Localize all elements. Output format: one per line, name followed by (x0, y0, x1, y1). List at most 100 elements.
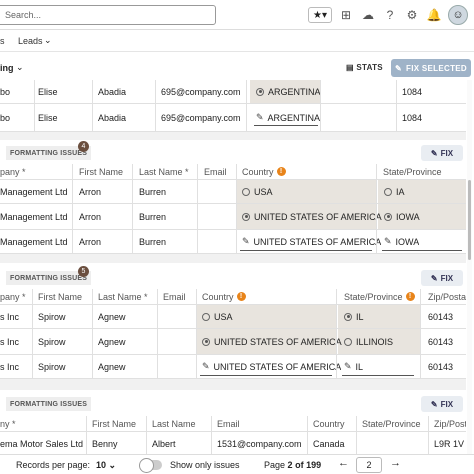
state-value: ILLINOIS (356, 336, 394, 347)
company-cell: ema Motor Sales Ltd (0, 438, 84, 449)
table-row: s Inc Spirow Agnew USA IL 60143 (0, 305, 466, 329)
records-per-page-select[interactable]: 10 ⌄ (96, 460, 116, 471)
column-header: Last Name * (98, 291, 148, 302)
page-prefix: Page (264, 460, 286, 470)
records-per-page-value: 10 (96, 460, 107, 470)
country-option[interactable]: UNITED STATES OF AMERICA (202, 329, 342, 354)
table-header: pany * First Name Last Name * Email Coun… (0, 289, 466, 305)
country-value: UNITED STATES OF AMERICA (253, 236, 382, 247)
next-page-icon[interactable]: → (390, 457, 401, 469)
tab-first[interactable]: s (0, 36, 5, 46)
avatar[interactable]: ☺ (448, 5, 468, 25)
records-per-page-label: Records per page: (16, 460, 91, 470)
top-bar: Search... ★▾ ⊞ ☁ ? ⚙ 🔔 ☺ (0, 0, 474, 30)
zip-cell: 1084 (402, 86, 423, 97)
state-value: IOWA (396, 211, 420, 222)
fix-button[interactable]: ✎ FIX (421, 396, 463, 412)
selection-dropdown[interactable]: ing (0, 63, 14, 73)
table-row: Management Ltd Arron Burren USA IA (0, 180, 466, 204)
search-placeholder: Search... (5, 10, 42, 20)
state-option[interactable]: ILLINOIS (344, 329, 393, 354)
state-value: IOWA (395, 236, 420, 247)
fix-selected-button[interactable]: ✎ FIX SELECTED (391, 59, 471, 77)
country-option[interactable]: UNITED STATES OF AMERICA (242, 204, 382, 229)
column-header: Email (163, 291, 186, 302)
column-header: ny * (0, 418, 16, 429)
column-header: Last Name * (139, 166, 189, 177)
state-option[interactable]: IA (384, 180, 405, 203)
chevron-down-icon[interactable]: ⌄ (44, 35, 52, 46)
column-header: Zip/Posta (434, 418, 466, 429)
radio-icon (242, 212, 250, 221)
country-cell: Canada (313, 438, 345, 449)
first-name-cell: Benny (92, 438, 118, 449)
prev-page-icon[interactable]: ← (338, 457, 349, 469)
wrench-icon: ✎ (430, 273, 438, 283)
country-option[interactable]: ARGENTINA (256, 80, 321, 103)
last-name-cell: Agnew (98, 311, 126, 322)
issue-count-badge: 4 (78, 141, 89, 152)
country-edit-field[interactable]: ✎ ARGENTINA (256, 104, 320, 131)
pencil-icon: ✎ (256, 112, 264, 122)
column-header-label: State/Province (344, 291, 403, 302)
first-name-cell: Arron (79, 236, 102, 247)
column-header: Country (313, 418, 345, 429)
company-cell: bo (0, 86, 11, 97)
state-option[interactable]: IOWA (384, 204, 420, 229)
radio-icon (256, 87, 264, 96)
column-header-label: Country (202, 291, 234, 302)
table-row: s Inc Spirow Agnew UNITED STATES OF AMER… (0, 329, 466, 355)
last-name-cell: Agnew (98, 336, 126, 347)
column-header: First Name (92, 418, 137, 429)
bell-icon[interactable]: 🔔 (426, 7, 442, 23)
country-value: USA (214, 311, 233, 322)
country-option[interactable]: USA (202, 305, 233, 328)
plus-square-icon[interactable]: ⊞ (338, 7, 354, 23)
radio-icon (202, 337, 210, 346)
fix-button[interactable]: ✎ FIX (421, 270, 463, 286)
state-value: IA (396, 186, 405, 197)
column-header-label: State/Province (383, 166, 442, 177)
company-cell: Management Ltd (0, 211, 68, 222)
help-icon[interactable]: ? (382, 7, 398, 23)
column-header-label: Country (242, 166, 274, 177)
issue-card-2: FORMATTING ISSUES 5 ✎ FIX pany * First Na… (0, 263, 466, 379)
tabs-row: s Leads ⌄ (0, 30, 474, 52)
first-name-cell: Elise (38, 112, 58, 123)
stats-button[interactable]: ▤ STATS (346, 63, 383, 72)
state-option[interactable]: IL (344, 305, 364, 328)
table-header: ny * First Name Last Name Email Country … (0, 416, 466, 432)
gear-icon[interactable]: ⚙ (404, 7, 420, 23)
last-name-cell: Burren (139, 236, 167, 247)
tab-leads[interactable]: Leads (18, 36, 43, 46)
last-name-cell: Albert (152, 438, 176, 449)
table-row: bo Elise Abadia 695@company.com ARGENTIN… (0, 80, 466, 104)
wrench-icon: ✎ (430, 148, 438, 158)
zip-cell: 60143 (428, 311, 454, 322)
email-cell: 695@company.com (161, 86, 241, 97)
chevron-down-icon[interactable]: ⌄ (16, 62, 24, 73)
issue-card-1: FORMATTING ISSUES 4 ✎ FIX pany * First Na… (0, 140, 466, 254)
info-icon[interactable]: ! (405, 292, 415, 301)
page-number-input[interactable]: 2 (356, 457, 382, 473)
info-icon[interactable]: ! (276, 167, 286, 176)
search-input[interactable]: Search... (0, 5, 216, 25)
first-name-cell: Elise (38, 86, 58, 97)
scrollbar-track[interactable] (467, 80, 472, 454)
table-header: pany * First Name Last Name * Email Coun… (0, 164, 466, 180)
page-current: 2 (287, 460, 293, 470)
cloud-icon[interactable]: ☁ (360, 7, 376, 23)
column-header-state: State/Province (383, 164, 442, 179)
info-icon[interactable]: ! (236, 292, 246, 301)
star-icon[interactable]: ★▾ (308, 7, 332, 23)
scrollbar-thumb[interactable] (468, 180, 471, 260)
issue-card-top: bo Elise Abadia 695@company.com ARGENTIN… (0, 80, 466, 132)
chevron-down-icon: ⌄ (108, 460, 117, 470)
fix-label: FIX (440, 148, 454, 158)
show-only-issues-toggle[interactable] (139, 458, 162, 473)
country-option[interactable]: USA (242, 180, 273, 203)
pencil-icon: ✎ (384, 236, 392, 246)
last-name-cell: Agnew (98, 361, 126, 372)
fix-label: FIX (440, 273, 454, 283)
fix-button[interactable]: ✎ FIX (421, 145, 463, 161)
